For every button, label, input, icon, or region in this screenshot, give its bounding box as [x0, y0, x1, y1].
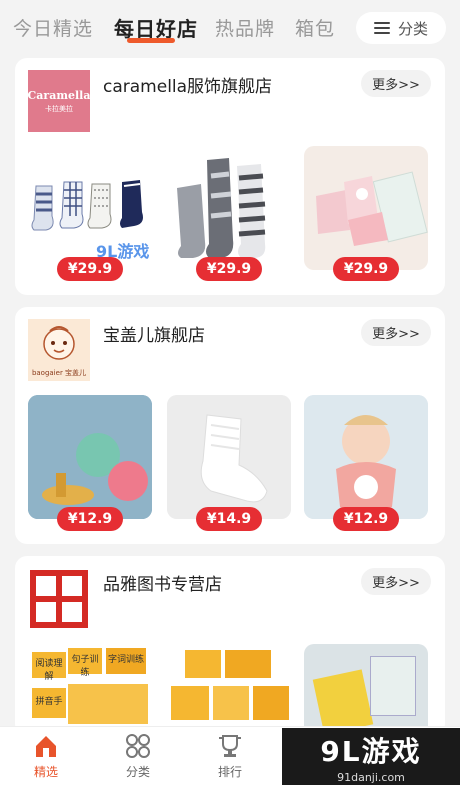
price-tag: ¥29.9 [57, 257, 123, 281]
store-logo-subtext: 卡拉美拉 [45, 104, 73, 113]
book-cover [68, 684, 148, 724]
active-tab-indicator [127, 38, 175, 43]
baby-sock-image [167, 395, 291, 519]
book-cover [213, 686, 249, 720]
grid-icon [126, 734, 150, 758]
price-tag-wrap: ¥29.9 [28, 257, 152, 281]
bath-toys-image [28, 395, 152, 519]
store-card[interactable]: 品雅图书专营店 更多>> 阅读理解 句子训练 字词训练 拼音手 [15, 556, 445, 736]
price-tag: ¥12.9 [333, 507, 399, 531]
price-tag-wrap: ¥29.9 [167, 257, 291, 281]
price-tag: ¥12.9 [57, 507, 123, 531]
home-icon [36, 736, 56, 757]
more-button[interactable]: 更多>> [361, 70, 431, 97]
store-name[interactable]: 宝盖儿旗舰店 [103, 321, 205, 346]
category-button[interactable]: 分类 [356, 12, 446, 44]
product-image[interactable] [167, 395, 291, 519]
tab-label: 排行 [217, 765, 242, 779]
tab-categories[interactable]: 分类 [108, 733, 168, 780]
store-card[interactable]: baogaier 宝盖儿 宝盖儿旗舰店 更多>> ¥12.9 ¥14.9 ¥12… [15, 307, 445, 544]
book-cover [171, 686, 209, 720]
category-label: 分类 [397, 19, 428, 38]
book-store-logo [30, 570, 88, 628]
product-image[interactable] [304, 146, 428, 270]
store-logo: Caramella 卡拉美拉 [28, 70, 90, 132]
book-cover [253, 686, 289, 720]
book-cover: 句子训练 [68, 648, 102, 678]
tab-label: 精选 [33, 765, 58, 779]
watermark-title: 9L游戏 [320, 734, 422, 768]
book-cover [185, 650, 221, 678]
book-cover: 拼音手 [32, 688, 66, 718]
baby-bib-image [304, 395, 428, 519]
store-name[interactable]: 品雅图书专营店 [103, 570, 222, 595]
store-logo: baogaier 宝盖儿 [28, 319, 90, 381]
price-tag: ¥14.9 [196, 507, 262, 531]
tab-ranking[interactable]: 排行 [200, 733, 260, 780]
price-tag-wrap: ¥29.9 [304, 257, 428, 281]
tab-label: 分类 [125, 765, 150, 779]
socks-box-image [316, 171, 428, 246]
price-tag: ¥29.9 [196, 257, 262, 281]
trophy-icon [219, 735, 241, 757]
product-image[interactable]: 阅读理解 句子训练 字词训练 拼音手 [28, 644, 152, 736]
site-watermark: 9L游戏 91danji.com [282, 728, 460, 785]
book-cover: 字词训练 [106, 648, 146, 674]
store-name[interactable]: caramella服饰旗舰店 [103, 72, 272, 97]
price-tag-wrap: ¥12.9 [28, 507, 152, 531]
product-image[interactable] [167, 146, 291, 270]
product-image[interactable] [167, 644, 291, 736]
product-image[interactable] [28, 395, 152, 519]
book-cover [312, 669, 374, 735]
price-tag-wrap: ¥12.9 [304, 507, 428, 531]
store-logo-text: Caramella [28, 88, 90, 102]
top-nav: 今日精选 每日好店 热品牌 箱包 分类 [0, 0, 460, 56]
product-image[interactable] [304, 395, 428, 519]
price-tag-wrap: ¥14.9 [167, 507, 291, 531]
tab-hot-brands[interactable]: 热品牌 [215, 14, 275, 41]
store-logo-text: baogaier 宝盖儿 [31, 369, 87, 377]
more-button[interactable]: 更多>> [361, 568, 431, 595]
store-logo [28, 568, 90, 630]
product-image[interactable] [304, 644, 428, 736]
socks-image [177, 158, 266, 258]
tab-today-picks[interactable]: 今日精选 [13, 14, 93, 41]
list-icon [373, 21, 390, 35]
price-tag: ¥29.9 [333, 257, 399, 281]
tab-featured[interactable]: 精选 [16, 733, 76, 780]
book-cover: 阅读理解 [32, 652, 66, 682]
book-cover [370, 656, 416, 716]
tab-bags[interactable]: 箱包 [295, 14, 335, 41]
store-card[interactable]: Caramella 卡拉美拉 caramella服饰旗舰店 更多>> 9L游戏 [15, 58, 445, 295]
watermark-url: 91danji.com [337, 770, 405, 784]
book-cover [225, 650, 271, 678]
product-image[interactable]: 9L游戏 [28, 146, 152, 270]
more-button[interactable]: 更多>> [361, 319, 431, 346]
